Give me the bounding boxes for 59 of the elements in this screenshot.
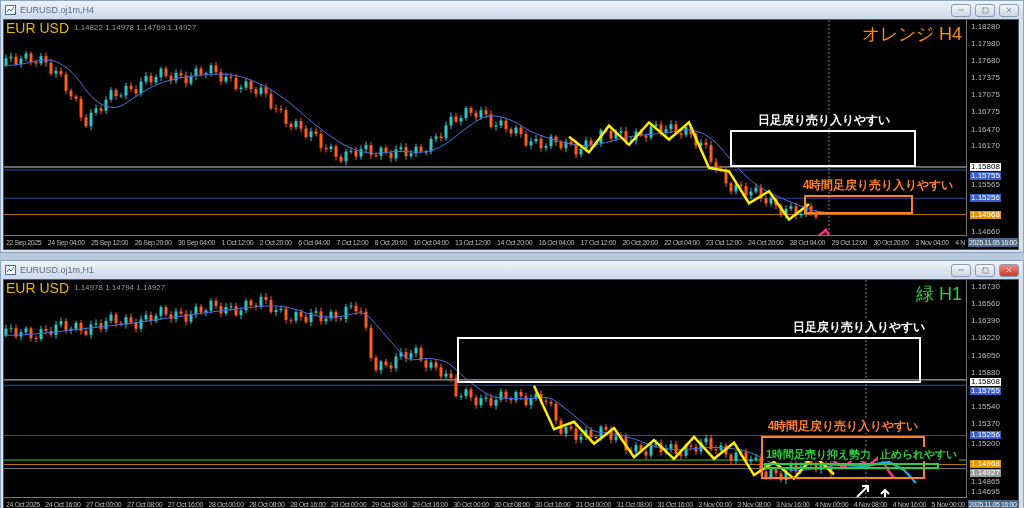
price-tick: 1.16220 xyxy=(970,334,1001,343)
close-button[interactable] xyxy=(999,3,1019,17)
price-tag: 1.14968 xyxy=(970,210,1001,219)
quote-text: 1.14978 1.14794 1.14927 xyxy=(74,283,166,292)
price-tag: 1.15808 xyxy=(970,377,1001,386)
price-tick: 1.17375 xyxy=(970,74,1001,83)
price-tick: 1.14695 xyxy=(970,488,1001,496)
price-tick: 1.16470 xyxy=(970,125,1001,134)
window-title: EURUSD.oj1m,H1 xyxy=(20,265,96,275)
restore-button[interactable] xyxy=(975,3,995,17)
price-tick: 1.16170 xyxy=(970,142,1001,151)
price-tag: 1.14968 xyxy=(970,460,1001,469)
restore-icon xyxy=(981,6,989,14)
restore-icon xyxy=(981,266,989,274)
zone-note: 止められやすい xyxy=(878,447,959,461)
price-tick: 1.15540 xyxy=(970,402,1001,411)
price-tick: 1.17980 xyxy=(970,40,1001,48)
timeframe-label: 緑 H1 xyxy=(916,283,962,306)
minimize-icon xyxy=(957,266,965,274)
arrow-icon xyxy=(856,484,870,497)
price-tick: 1.16050 xyxy=(970,351,1001,360)
minimize-button[interactable] xyxy=(951,3,971,17)
zone-label: 日足戻り売り入りやすい xyxy=(756,113,892,127)
price-tick: 1.15200 xyxy=(970,440,1001,449)
price-tag: 1.15256 xyxy=(970,194,1001,203)
price-tick: 1.18280 xyxy=(970,23,1001,31)
price-tick: 1.14660 xyxy=(970,228,1001,236)
price-tick: 1.14865 xyxy=(970,478,1001,487)
zone-label: 1時間足売り抑え勢力 xyxy=(764,447,874,461)
price-tick: 1.15880 xyxy=(970,368,1001,377)
close-icon xyxy=(1005,266,1013,274)
price-tick: 1.17075 xyxy=(970,91,1001,100)
price-tick: 1.15370 xyxy=(970,420,1001,428)
price-tag: 1.14927 xyxy=(970,469,1001,478)
price-tag: 1.15755 xyxy=(970,172,1001,180)
symbol-label: EUR USD xyxy=(6,20,69,36)
chart-window-icon xyxy=(5,265,16,275)
timeframe-label: オレンジ H4 xyxy=(862,23,962,46)
price-tick: 1.15565 xyxy=(970,181,1001,189)
zone-label: 日足戻り売り入りやすい xyxy=(791,320,927,334)
zone-label: 4時間足戻り売り入りやすい xyxy=(800,178,956,192)
price-tag: 1.15256 xyxy=(970,431,1001,440)
symbol-label: EUR USD xyxy=(6,280,69,296)
price-tag: 1.15755 xyxy=(970,386,1001,395)
zone-label: 4時間足戻り売り入りやすい xyxy=(765,419,921,433)
restore-button[interactable] xyxy=(975,263,995,277)
chart-window-icon xyxy=(5,5,16,15)
price-tag: 1.15808 xyxy=(970,163,1001,171)
close-icon xyxy=(1005,6,1013,14)
price-tick: 1.16560 xyxy=(970,300,1001,309)
window-title: EURUSD.oj1m,H4 xyxy=(20,5,96,15)
price-tick: 1.16775 xyxy=(970,108,1001,117)
price-tick: 1.16730 xyxy=(970,283,1001,291)
quote-text: 1.14822 1.14978 1.14769 1.14927 xyxy=(74,23,197,32)
minimize-icon xyxy=(957,6,965,14)
price-tick: 1.17680 xyxy=(970,56,1001,65)
minimize-button[interactable] xyxy=(951,263,971,277)
price-tick: 1.16390 xyxy=(970,317,1001,326)
close-button[interactable] xyxy=(999,263,1019,277)
